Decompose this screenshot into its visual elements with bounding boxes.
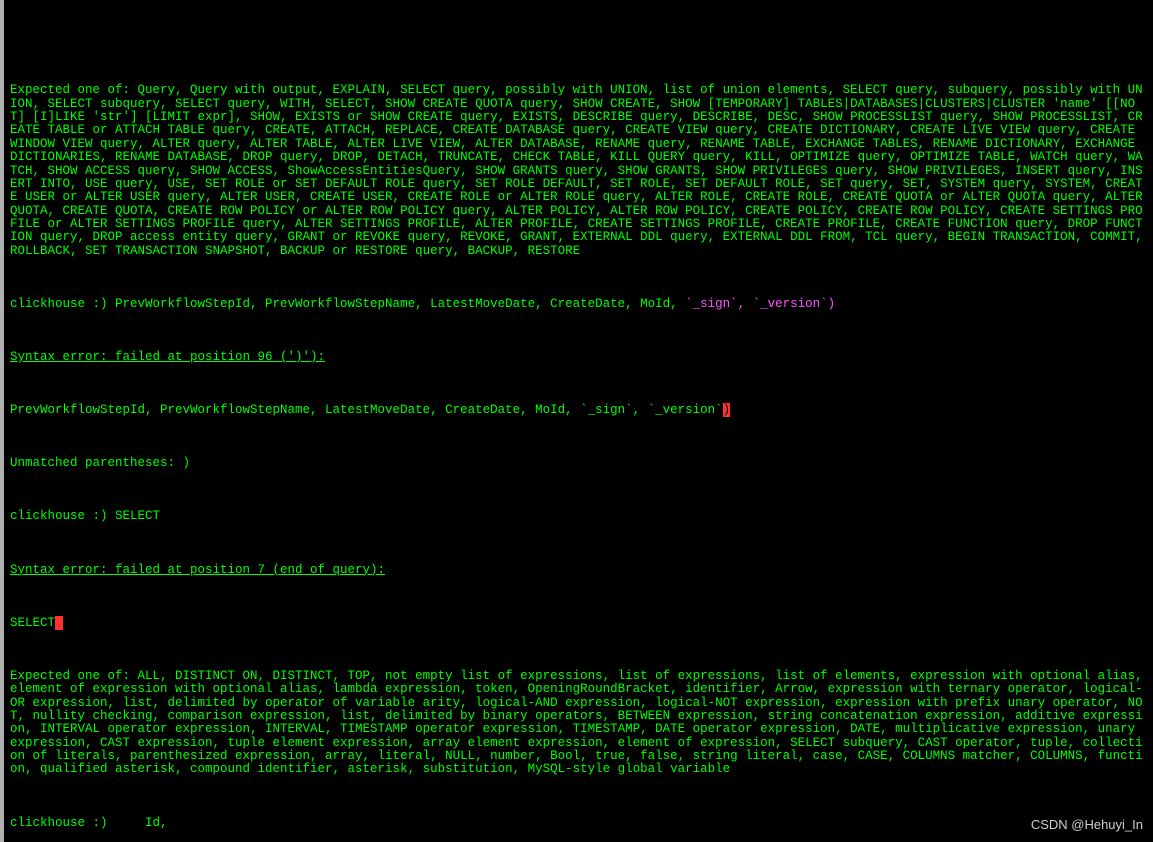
select-echo: SELECT [10, 617, 1145, 630]
syntax-error-1: Syntax error: failed at position 96 (')'… [10, 351, 1145, 364]
expected-list-2: Expected one of: ALL, DISTINCT ON, DISTI… [10, 670, 1145, 777]
prompt-line-1: clickhouse :) PrevWorkflowStepId, PrevWo… [10, 298, 1145, 311]
echo-line-1: PrevWorkflowStepId, PrevWorkflowStepName… [10, 404, 1145, 417]
prompt-text: clickhouse :) PrevWorkflowStepId, PrevWo… [10, 297, 685, 311]
echo-error-char: ) [723, 403, 731, 417]
echo-text: PrevWorkflowStepId, PrevWorkflowStepName… [10, 403, 723, 417]
cursor-block [55, 616, 63, 630]
syntax-error-2: Syntax error: failed at position 7 (end … [10, 564, 1145, 577]
prompt-highlight: `_sign`, `_version`) [685, 297, 835, 311]
expected-list-1: Expected one of: Query, Query with outpu… [10, 84, 1145, 258]
prompt-line-2: clickhouse :) SELECT [10, 510, 1145, 523]
prompt-line-3: clickhouse :) Id, [10, 817, 1145, 830]
unmatched-paren: Unmatched parentheses: ) [10, 457, 1145, 470]
watermark: CSDN @Hehuyi_In [1031, 818, 1143, 832]
select-word: SELECT [10, 616, 55, 630]
scrollbar[interactable] [0, 0, 4, 842]
